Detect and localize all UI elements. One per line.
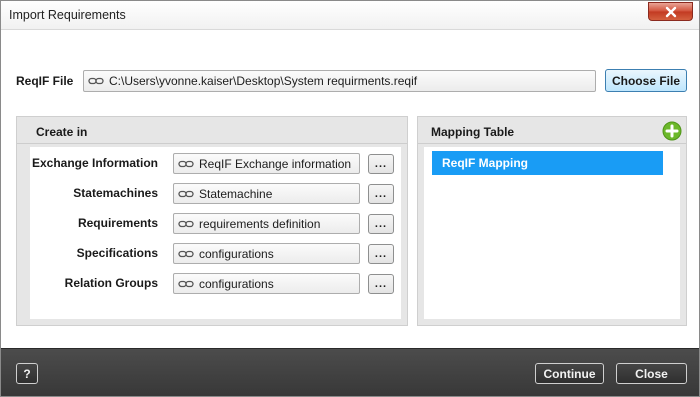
mapping-table-body: ReqIF Mapping <box>424 147 680 319</box>
requirements-value: requirements definition <box>199 216 321 231</box>
link-icon <box>88 77 104 85</box>
exchange-information-value: ReqIF Exchange information <box>199 156 352 171</box>
link-icon <box>178 160 194 167</box>
close-button[interactable]: Close <box>616 363 687 384</box>
reqif-file-label: ReqIF File <box>16 74 74 88</box>
create-in-heading: Create in <box>36 125 88 139</box>
create-in-header: Create in <box>17 117 407 144</box>
relation-groups-label: Relation Groups <box>64 276 158 290</box>
specifications-field[interactable]: configurations <box>173 243 360 264</box>
mapping-item-reqif[interactable]: ReqIF Mapping <box>432 151 663 175</box>
import-requirements-dialog: Import Requirements ReqIF File C:\Users\… <box>0 0 700 397</box>
help-button[interactable]: ? <box>16 363 38 384</box>
specifications-browse-button[interactable]: ... <box>368 244 394 264</box>
create-in-panel: Create in Exchange Information ReqIF Exc… <box>16 116 408 326</box>
specifications-value: configurations <box>199 246 274 261</box>
plus-circle-icon[interactable] <box>662 121 682 141</box>
link-icon <box>178 250 194 257</box>
relation-groups-browse-button[interactable]: ... <box>368 274 394 294</box>
statemachines-label: Statemachines <box>73 186 158 200</box>
continue-button[interactable]: Continue <box>535 363 604 384</box>
title-bar: Import Requirements <box>1 1 699 30</box>
specifications-label: Specifications <box>76 246 158 260</box>
dialog-footer: ? Continue Close <box>1 348 699 396</box>
relation-groups-value: configurations <box>199 276 274 291</box>
requirements-browse-button[interactable]: ... <box>368 214 394 234</box>
reqif-file-row: ReqIF File C:\Users\yvonne.kaiser\Deskto… <box>16 69 688 92</box>
link-icon <box>178 190 194 197</box>
statemachines-field[interactable]: Statemachine <box>173 183 360 204</box>
window-title: Import Requirements <box>9 8 126 22</box>
mapping-table-header: Mapping Table <box>418 117 686 144</box>
link-icon <box>178 220 194 227</box>
mapping-table-heading: Mapping Table <box>431 125 515 139</box>
reqif-file-path-field[interactable]: C:\Users\yvonne.kaiser\Desktop\System re… <box>83 70 596 92</box>
mapping-table-panel: Mapping Table ReqIF Mapping <box>417 116 687 326</box>
requirements-label: Requirements <box>77 216 158 230</box>
requirements-field[interactable]: requirements definition <box>173 213 360 234</box>
statemachines-value: Statemachine <box>199 186 273 201</box>
relation-groups-field[interactable]: configurations <box>173 273 360 294</box>
link-icon <box>178 280 194 287</box>
statemachines-browse-button[interactable]: ... <box>368 184 394 204</box>
exchange-information-field[interactable]: ReqIF Exchange information <box>173 153 360 174</box>
choose-file-button[interactable]: Choose File <box>605 69 687 92</box>
exchange-information-label: Exchange Information <box>31 156 158 170</box>
create-in-body: Exchange Information ReqIF Exchange info… <box>30 147 401 319</box>
exchange-information-browse-button[interactable]: ... <box>368 154 394 174</box>
reqif-file-path-value: C:\Users\yvonne.kaiser\Desktop\System re… <box>109 74 418 88</box>
close-icon <box>665 6 676 17</box>
window-close-button[interactable] <box>648 2 693 21</box>
